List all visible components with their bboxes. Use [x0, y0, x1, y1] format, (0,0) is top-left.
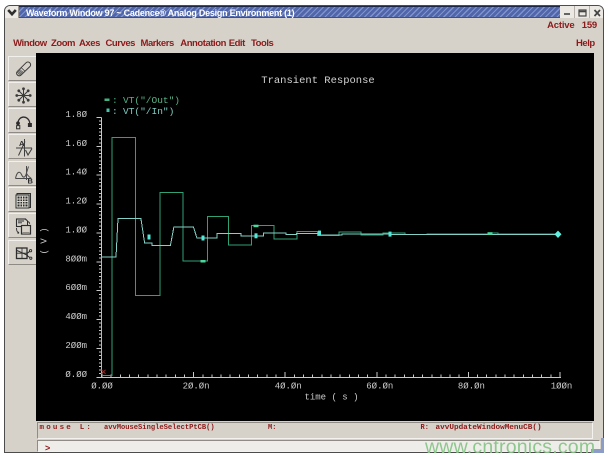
svg-text:VT("/In"): VT("/In") — [123, 106, 174, 117]
svg-text:1ØØn: 1ØØn — [551, 382, 573, 392]
svg-text:1.8Ø: 1.8Ø — [65, 110, 87, 120]
svg-text:VT("/Out"): VT("/Out") — [123, 95, 180, 106]
svg-text:2Ø.Øn: 2Ø.Øn — [183, 382, 210, 392]
svg-text:4ØØm: 4ØØm — [65, 312, 87, 322]
svg-text:Ø.ØØ: Ø.ØØ — [65, 370, 87, 380]
svg-text:2ØØm: 2ØØm — [65, 341, 87, 351]
svg-text:6Ø.Øn: 6Ø.Øn — [366, 382, 393, 392]
svg-text:8Ø.Øn: 8Ø.Øn — [458, 382, 485, 392]
svg-text:8ØØm: 8ØØm — [65, 254, 87, 264]
svg-text:1.6Ø: 1.6Ø — [65, 139, 87, 149]
svg-text:1.2Ø: 1.2Ø — [65, 197, 87, 207]
svg-text:4Ø.Øn: 4Ø.Øn — [275, 382, 302, 392]
svg-text::: : — [112, 95, 118, 106]
svg-text:Transient Response: Transient Response — [261, 75, 374, 87]
svg-text:1.4Ø: 1.4Ø — [65, 168, 87, 178]
svg-text:B: B — [28, 177, 34, 185]
svg-text:A: A — [19, 139, 25, 148]
svg-text:( V ): ( V ) — [40, 227, 50, 254]
svg-text:time ( s ): time ( s ) — [304, 393, 358, 403]
svg-text:6ØØm: 6ØØm — [65, 283, 87, 293]
svg-text:1.ØØ: 1.ØØ — [65, 226, 87, 236]
svg-text::: : — [112, 106, 118, 117]
svg-text:Ø.ØØ: Ø.ØØ — [91, 382, 113, 392]
